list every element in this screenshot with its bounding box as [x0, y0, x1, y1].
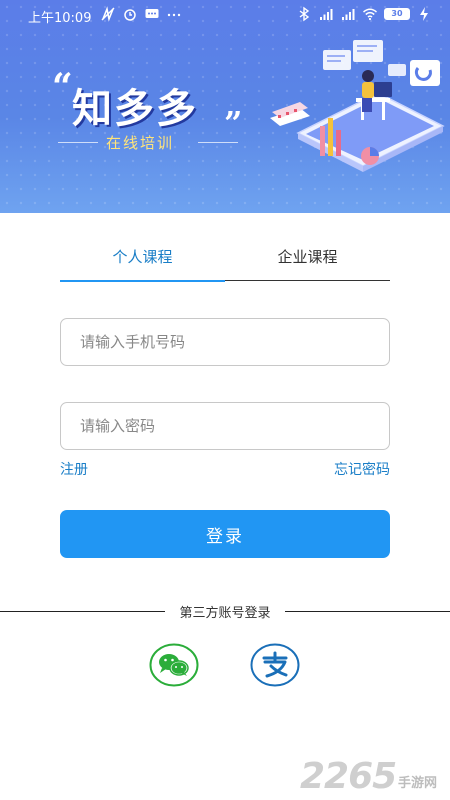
forgot-password-link[interactable]: 忘记密码 — [334, 459, 390, 479]
brand-subtitle-text: 在线培训 — [106, 134, 175, 152]
wifi-icon — [363, 8, 377, 21]
phone-field — [60, 318, 390, 366]
third-party-divider: 第三方账号登录 — [0, 601, 450, 623]
signal-icon-2 — [342, 9, 355, 20]
register-link[interactable]: 注册 — [60, 459, 88, 479]
password-field — [60, 402, 390, 450]
wechat-icon[interactable] — [149, 643, 199, 687]
phone-input[interactable] — [61, 319, 389, 365]
watermark: 2265 手游网 — [290, 744, 450, 800]
active-tab-indicator — [60, 280, 225, 282]
subtitle-divider-left — [58, 142, 98, 143]
alipay-icon[interactable] — [250, 643, 300, 687]
hero-banner: 上午10:09 30 “ 知多多 ” 在线培训 — [0, 0, 450, 213]
tab-enterprise-course[interactable]: 企业课程 — [225, 237, 390, 281]
watermark-number: 2265 — [300, 756, 397, 797]
divider-line-left — [0, 611, 165, 612]
battery-icon: 30 — [384, 8, 410, 20]
brand-subtitle: 在线培训 — [58, 132, 238, 152]
online-learning-illustration — [270, 40, 445, 172]
status-time: 上午10:09 — [28, 11, 92, 26]
charging-icon — [420, 7, 428, 21]
watermark-text: 手游网 — [398, 776, 438, 791]
signal-icon — [320, 9, 333, 20]
alarm-icon — [124, 9, 136, 21]
brand-title: “ 知多多 ” — [52, 66, 252, 142]
bluetooth-icon — [299, 6, 310, 22]
login-button[interactable]: 登录 — [60, 510, 390, 558]
third-party-label: 第三方账号登录 — [179, 606, 271, 621]
course-tabs: 个人课程 企业课程 — [60, 237, 390, 283]
brand-name: 知多多 — [72, 86, 198, 132]
nfc-icon — [101, 6, 115, 22]
tab-personal-course[interactable]: 个人课程 — [60, 237, 225, 281]
status-bar: 上午10:09 30 — [0, 0, 450, 30]
message-icon — [145, 9, 159, 18]
quote-left-mark: “ — [52, 66, 73, 108]
password-input[interactable] — [61, 403, 389, 449]
subtitle-divider-right — [198, 142, 238, 143]
tab-divider — [225, 280, 390, 281]
more-icon — [167, 13, 181, 17]
divider-line-right — [285, 611, 450, 612]
